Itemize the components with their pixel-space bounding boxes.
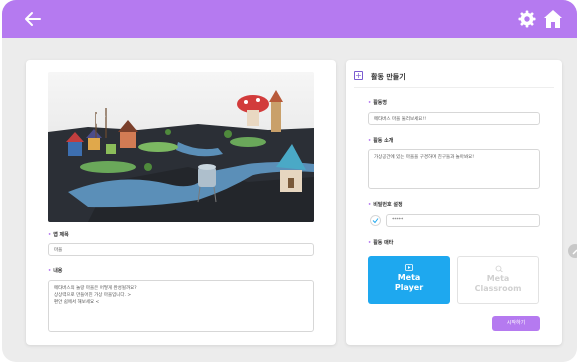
map-description-field[interactable]: 메타버스의 놀랑 마을은 어떻게 완성될까요? 상상력으로 만들어진 가상 마을… xyxy=(48,280,314,332)
meta-classroom-button[interactable]: Meta Classroom xyxy=(457,256,539,304)
plus-square-icon: + xyxy=(354,71,363,80)
gear-icon[interactable] xyxy=(518,10,536,28)
classroom-line2: Classroom xyxy=(474,284,522,293)
divider xyxy=(354,87,554,88)
activity-create-title: 활동 만들기 xyxy=(371,73,406,81)
classroom-icon xyxy=(495,265,503,272)
meta-player-button[interactable]: Meta Player xyxy=(368,256,450,304)
start-button[interactable]: 시작하기 xyxy=(492,316,540,331)
metaverse-world-preview xyxy=(48,72,314,222)
classroom-line1: Meta xyxy=(486,274,510,283)
top-bar xyxy=(2,0,577,38)
activity-create-card: + 활동 만들기 • 활동명 메타버스 마을 둘러보세요!! • 활동 소개 가상공… xyxy=(346,60,562,345)
activity-name-label: • 활동명 xyxy=(368,100,388,106)
player-line2: Player xyxy=(394,283,424,292)
map-title-label: • 맵 제목 xyxy=(48,232,69,238)
arrow-left-icon[interactable] xyxy=(22,8,44,30)
password-input[interactable]: ***** xyxy=(386,214,540,227)
activity-intro-input[interactable]: 가상공간에 있는 마을을 구경하며 친구들과 놀아봐요! xyxy=(368,149,540,189)
activity-mode-label: • 활동 매타 xyxy=(368,240,394,246)
player-line1: Meta xyxy=(397,273,421,282)
map-info-card: • 맵 제목 마을 • 내용 메타버스의 놀랑 마을은 어떻게 완성될까요? 상상력… xyxy=(26,60,336,345)
chevron-icon xyxy=(572,249,577,255)
side-scroll-handle[interactable] xyxy=(568,244,577,258)
player-icon xyxy=(405,264,413,271)
activity-intro-label: • 활동 소개 xyxy=(368,138,394,144)
home-icon[interactable] xyxy=(543,9,563,29)
password-label: • 비밀번호 설정 xyxy=(368,202,403,208)
map-title-field[interactable]: 마을 xyxy=(48,243,314,256)
map-description-label: • 내용 xyxy=(48,268,63,274)
check-icon xyxy=(372,218,379,224)
password-checkbox[interactable] xyxy=(370,215,381,226)
app-window: • 맵 제목 마을 • 내용 메타버스의 놀랑 마을은 어떻게 완성될까요? 상상력… xyxy=(2,0,577,362)
activity-name-input[interactable]: 메타버스 마을 둘러보세요!! xyxy=(368,112,540,125)
